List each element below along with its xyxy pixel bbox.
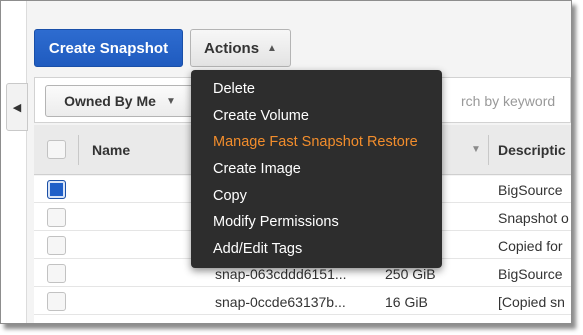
collapse-sidebar-tab[interactable]: ◀ (6, 83, 28, 131)
column-header-description[interactable]: Descriptic (498, 125, 566, 175)
snapshot-description: BigSource (498, 181, 563, 198)
row-checkbox[interactable] (47, 236, 66, 255)
ec2-snapshots-panel: ◀ Create Snapshot Actions ▲ Owned By Me … (0, 0, 572, 324)
search-input[interactable]: rch by keyword (421, 87, 562, 115)
actions-label: Actions (204, 39, 260, 57)
menu-item-manage-fast-snapshot-restore[interactable]: Manage Fast Snapshot Restore (191, 129, 442, 156)
sort-caret-icon[interactable]: ▼ (471, 144, 481, 155)
menu-item-modify-permissions[interactable]: Modify Permissions (191, 209, 442, 236)
menu-item-create-image[interactable]: Create Image (191, 156, 442, 183)
snapshot-size: 16 GiB (385, 293, 428, 310)
column-divider (488, 135, 489, 165)
column-header-name[interactable]: Name (92, 125, 130, 175)
snapshot-id: snap-0ccde63137b... (215, 293, 346, 310)
row-checkbox[interactable] (47, 208, 66, 227)
snapshot-description: BigSource (498, 265, 563, 282)
owned-by-me-dropdown[interactable]: Owned By Me ▼ (45, 85, 195, 117)
menu-item-add-edit-tags[interactable]: Add/Edit Tags (191, 236, 442, 263)
table-row[interactable]: snap-0ccde63137b... 16 GiB [Copied sn (34, 288, 571, 315)
snapshot-description: [Copied sn (498, 293, 565, 310)
left-rail (1, 1, 27, 323)
snapshot-description: Snapshot o (498, 209, 569, 226)
search-placeholder: rch by keyword (461, 93, 556, 109)
row-checkbox[interactable] (47, 292, 66, 311)
actions-menu: Delete Create Volume Manage Fast Snapsho… (191, 70, 442, 268)
chevron-left-icon: ◀ (12, 101, 22, 114)
select-all-checkbox[interactable] (47, 140, 66, 159)
column-divider (78, 135, 79, 165)
snapshot-description: Copied for (498, 237, 563, 254)
row-checkbox[interactable] (47, 264, 66, 283)
chevron-up-icon: ▲ (267, 42, 277, 54)
owned-by-me-label: Owned By Me (64, 93, 156, 109)
create-snapshot-label: Create Snapshot (48, 39, 169, 57)
menu-item-create-volume[interactable]: Create Volume (191, 103, 442, 130)
actions-button[interactable]: Actions ▲ (190, 29, 291, 67)
menu-item-copy[interactable]: Copy (191, 182, 442, 209)
create-snapshot-button[interactable]: Create Snapshot (34, 29, 183, 67)
row-checkbox[interactable] (47, 180, 66, 199)
chevron-down-icon: ▼ (165, 95, 176, 107)
menu-item-delete[interactable]: Delete (191, 76, 442, 103)
